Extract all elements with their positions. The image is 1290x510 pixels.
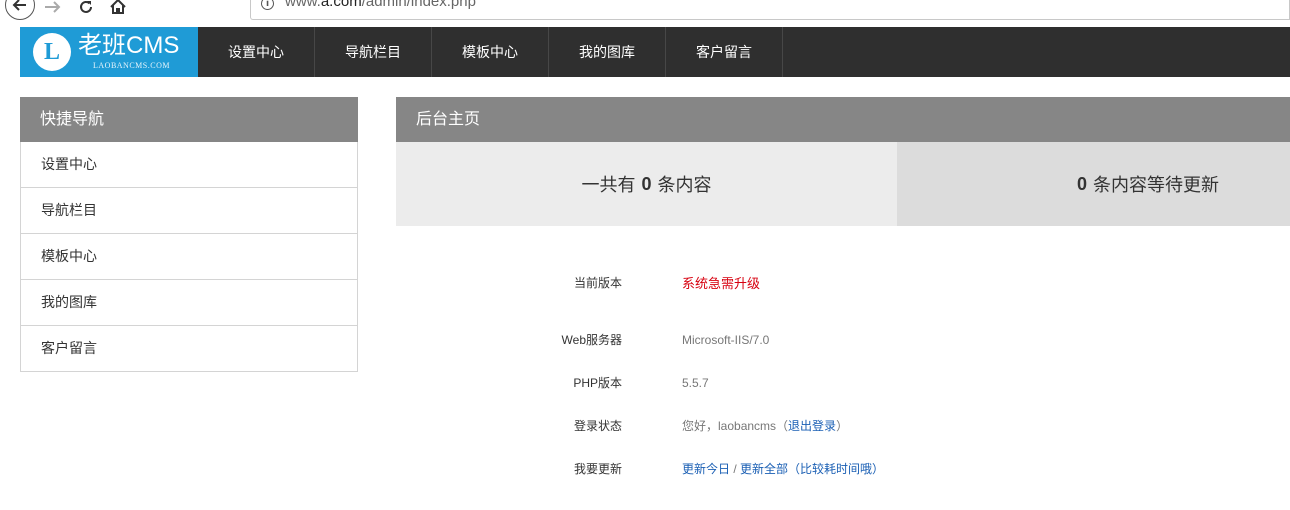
update-label: 我要更新 bbox=[573, 462, 622, 476]
sidebar-item-templates[interactable]: 模板中心 bbox=[20, 234, 358, 280]
version-row: 当前版本 系统急需升级 bbox=[396, 273, 1290, 293]
update-all-link[interactable]: 更新全部（比较耗时间哦） bbox=[740, 462, 884, 476]
sidebar-item-gallery[interactable]: 我的图库 bbox=[20, 280, 358, 326]
update-links: 更新今日 / 更新全部（比较耗时间哦） bbox=[682, 459, 884, 479]
reload-icon bbox=[80, 0, 92, 13]
nav-item-navigation[interactable]: 导航栏目 bbox=[315, 27, 432, 77]
arrow-right-icon bbox=[45, 1, 61, 13]
main-panel: 后台主页 一共有 0 条内容 0 条内容等待更新 当前版本 系统急需升级 Web… bbox=[396, 97, 1290, 476]
logo[interactable]: L 老班CMS LAOBANCMS.COM bbox=[20, 27, 198, 77]
nav-item-messages[interactable]: 客户留言 bbox=[666, 27, 783, 77]
stat-label: 条内容 bbox=[657, 175, 712, 195]
stat-label: 条内容等待更新 bbox=[1093, 175, 1220, 195]
version-value: 系统急需升级 bbox=[682, 276, 761, 291]
php-row: PHP版本 5.5.7 bbox=[396, 373, 1290, 393]
home-button[interactable] bbox=[105, 0, 131, 20]
pending-update-stat: 0 条内容等待更新 bbox=[897, 142, 1290, 226]
url-text[interactable]: www.a.com/admin/index.php bbox=[285, 0, 476, 10]
info-icon[interactable]: i bbox=[261, 0, 274, 10]
logout-link[interactable]: 退出登录 bbox=[788, 419, 836, 433]
sidebar-title: 快捷导航 bbox=[20, 97, 358, 142]
forward-button[interactable] bbox=[40, 0, 66, 20]
top-navigation: L 老班CMS LAOBANCMS.COM 设置中心 导航栏目 模板中心 我的图… bbox=[20, 27, 1290, 77]
nav-item-gallery[interactable]: 我的图库 bbox=[549, 27, 666, 77]
reload-button[interactable] bbox=[73, 0, 99, 20]
address-bar[interactable]: i www.a.com/admin/index.php bbox=[250, 0, 1290, 20]
page-title: 后台主页 bbox=[396, 97, 1290, 142]
sidebar-item-messages[interactable]: 客户留言 bbox=[20, 326, 358, 372]
sidebar: 快捷导航 设置中心 导航栏目 模板中心 我的图库 客户留言 bbox=[20, 97, 358, 372]
browser-toolbar: i www.a.com/admin/index.php bbox=[0, 0, 1290, 27]
login-close-paren: ） bbox=[836, 419, 849, 433]
stats-bar: 一共有 0 条内容 0 条内容等待更新 bbox=[396, 142, 1290, 226]
login-label: 登录状态 bbox=[573, 419, 622, 433]
home-icon bbox=[110, 0, 126, 14]
server-row: Web服务器 Microsoft-IIS/7.0 bbox=[396, 330, 1290, 350]
update-row: 我要更新 更新今日 / 更新全部（比较耗时间哦） bbox=[396, 459, 1290, 479]
logo-subtitle: LAOBANCMS.COM bbox=[93, 61, 170, 70]
login-greeting: 您好，laobancms（ bbox=[682, 419, 789, 433]
total-count: 0 bbox=[641, 173, 652, 194]
update-separator: / bbox=[730, 462, 741, 476]
update-today-link[interactable]: 更新今日 bbox=[682, 462, 730, 476]
logo-mark: L bbox=[33, 33, 71, 71]
arrow-left-icon bbox=[12, 0, 26, 11]
back-button[interactable] bbox=[5, 0, 35, 20]
pending-count: 0 bbox=[1077, 173, 1088, 194]
nav-item-settings[interactable]: 设置中心 bbox=[198, 27, 315, 77]
nav-item-templates[interactable]: 模板中心 bbox=[432, 27, 549, 77]
sidebar-item-settings[interactable]: 设置中心 bbox=[20, 142, 358, 188]
php-value: 5.5.7 bbox=[682, 376, 709, 390]
sidebar-item-navigation[interactable]: 导航栏目 bbox=[20, 188, 358, 234]
total-content-stat: 一共有 0 条内容 bbox=[396, 142, 897, 226]
version-label: 当前版本 bbox=[573, 276, 622, 290]
login-row: 登录状态 您好，laobancms（退出登录） bbox=[396, 416, 1290, 436]
server-label: Web服务器 bbox=[561, 333, 622, 347]
logo-title: 老班CMS bbox=[78, 32, 180, 59]
login-status: 您好，laobancms（退出登录） bbox=[682, 416, 848, 436]
server-value: Microsoft-IIS/7.0 bbox=[682, 333, 770, 347]
stat-label: 一共有 bbox=[581, 175, 636, 195]
php-label: PHP版本 bbox=[573, 376, 622, 390]
